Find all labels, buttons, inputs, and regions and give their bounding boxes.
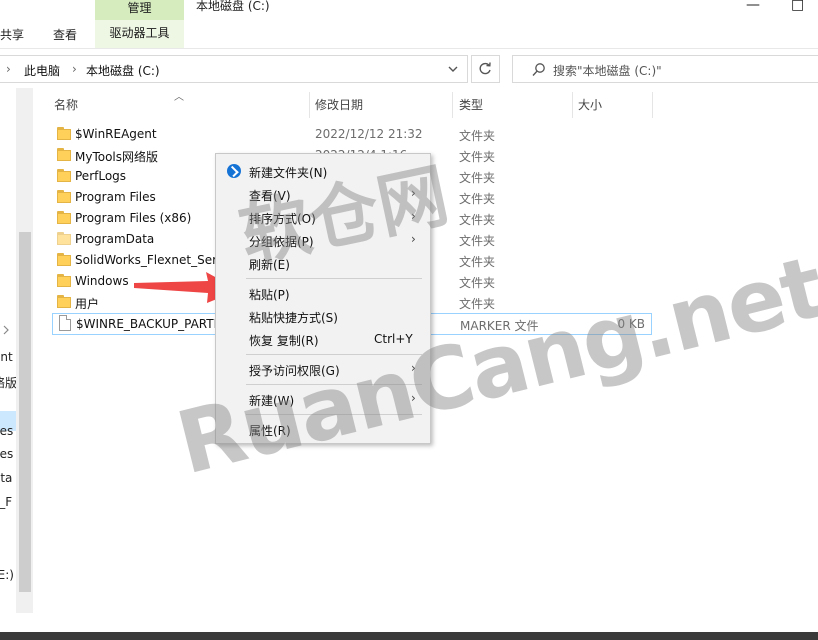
breadcrumb-separator-icon: › — [6, 62, 11, 76]
column-header-name[interactable]: 名称 — [54, 96, 78, 113]
breadcrumb-this-pc[interactable]: 此电脑 — [24, 62, 60, 79]
item-name: ProgramData — [75, 232, 155, 246]
item-name: 用户 — [75, 297, 100, 311]
tab-share[interactable]: 共享 — [0, 26, 24, 43]
item-type: 文件夹 — [459, 192, 496, 206]
column-header-size[interactable]: 大小 — [578, 96, 602, 113]
column-divider[interactable] — [572, 92, 573, 118]
file-icon — [59, 315, 71, 331]
folder-icon — [57, 232, 71, 245]
folder-icon — [57, 190, 71, 203]
search-input[interactable]: 搜索"本地磁盘 (C:)" — [512, 55, 818, 83]
folder-icon — [57, 253, 71, 266]
menu-item-paste-shortcut[interactable]: 粘贴快捷方式(S) — [216, 305, 430, 327]
tab-view[interactable]: 查看 — [53, 26, 77, 43]
column-divider[interactable] — [309, 92, 310, 118]
menu-item-paste[interactable]: 粘贴(P) — [216, 282, 430, 304]
item-type: 文件夹 — [459, 234, 496, 248]
window-title: 本地磁盘 (C:) — [196, 0, 270, 13]
item-name: Program Files — [75, 190, 156, 204]
ribbon-divider — [0, 48, 818, 49]
chevron-down-icon[interactable] — [446, 62, 460, 76]
ribbon: 共享 查看 管理 驱动器工具 本地磁盘 (C:) — □ — [0, 0, 818, 48]
folder-icon — [57, 295, 71, 308]
tab-drive-tools[interactable]: 驱动器工具 — [95, 20, 184, 48]
sort-ascending-icon: ︿ — [174, 92, 184, 103]
column-divider[interactable] — [652, 92, 653, 118]
item-type: 文件夹 — [459, 276, 496, 290]
nav-scrollbar-thumb[interactable] — [19, 232, 31, 592]
chevron-right-icon[interactable] — [2, 325, 10, 335]
item-name: MyTools网络版 — [75, 150, 159, 164]
menu-separator — [246, 278, 422, 279]
item-type: 文件夹 — [459, 213, 496, 227]
column-divider[interactable] — [452, 92, 453, 118]
search-icon — [532, 63, 545, 76]
refresh-icon — [479, 62, 491, 75]
item-name: $WinREAgent — [75, 127, 157, 141]
list-item[interactable]: $WinREAgent 2022/12/12 21:32 文件夹 — [52, 124, 652, 145]
folder-icon — [57, 127, 71, 140]
address-bar[interactable]: › 此电脑 › 本地磁盘 (C:) — [0, 55, 468, 83]
item-name: Program Files (x86) — [75, 211, 192, 225]
breadcrumb-separator-icon: › — [72, 62, 77, 76]
folder-icon — [57, 148, 71, 161]
context-group-manage: 管理 — [95, 0, 184, 20]
item-type: 文件夹 — [459, 297, 496, 311]
item-type: 文件夹 — [459, 171, 496, 185]
taskbar-edge — [0, 632, 818, 640]
item-date: 2022/12/12 21:32 — [315, 127, 423, 141]
breadcrumb-local-disk[interactable]: 本地磁盘 (C:) — [86, 62, 160, 79]
folder-icon — [57, 211, 71, 224]
search-placeholder: 搜索"本地磁盘 (C:)" — [553, 64, 662, 78]
item-name: SolidWorks_Flexnet_Serv — [75, 253, 225, 267]
folder-icon — [57, 274, 71, 287]
item-type: 文件夹 — [459, 255, 496, 269]
item-name: $WINRE_BACKUP_PARTI — [76, 317, 218, 331]
column-header-type[interactable]: 类型 — [459, 96, 483, 113]
refresh-button[interactable] — [471, 55, 500, 83]
item-name: PerfLogs — [75, 169, 127, 183]
column-header-date[interactable]: 修改日期 — [315, 96, 363, 113]
file-explorer-window: 共享 查看 管理 驱动器工具 本地磁盘 (C:) — □ › 此电脑 › 本地磁… — [0, 0, 818, 640]
item-type: 文件夹 — [459, 150, 496, 164]
new-folder-icon — [227, 164, 241, 178]
maximize-button[interactable]: □ — [791, 0, 804, 12]
minimize-button[interactable]: — — [746, 0, 760, 12]
item-type: 文件夹 — [459, 129, 496, 143]
item-name: Windows — [75, 274, 129, 288]
folder-icon — [57, 169, 71, 182]
